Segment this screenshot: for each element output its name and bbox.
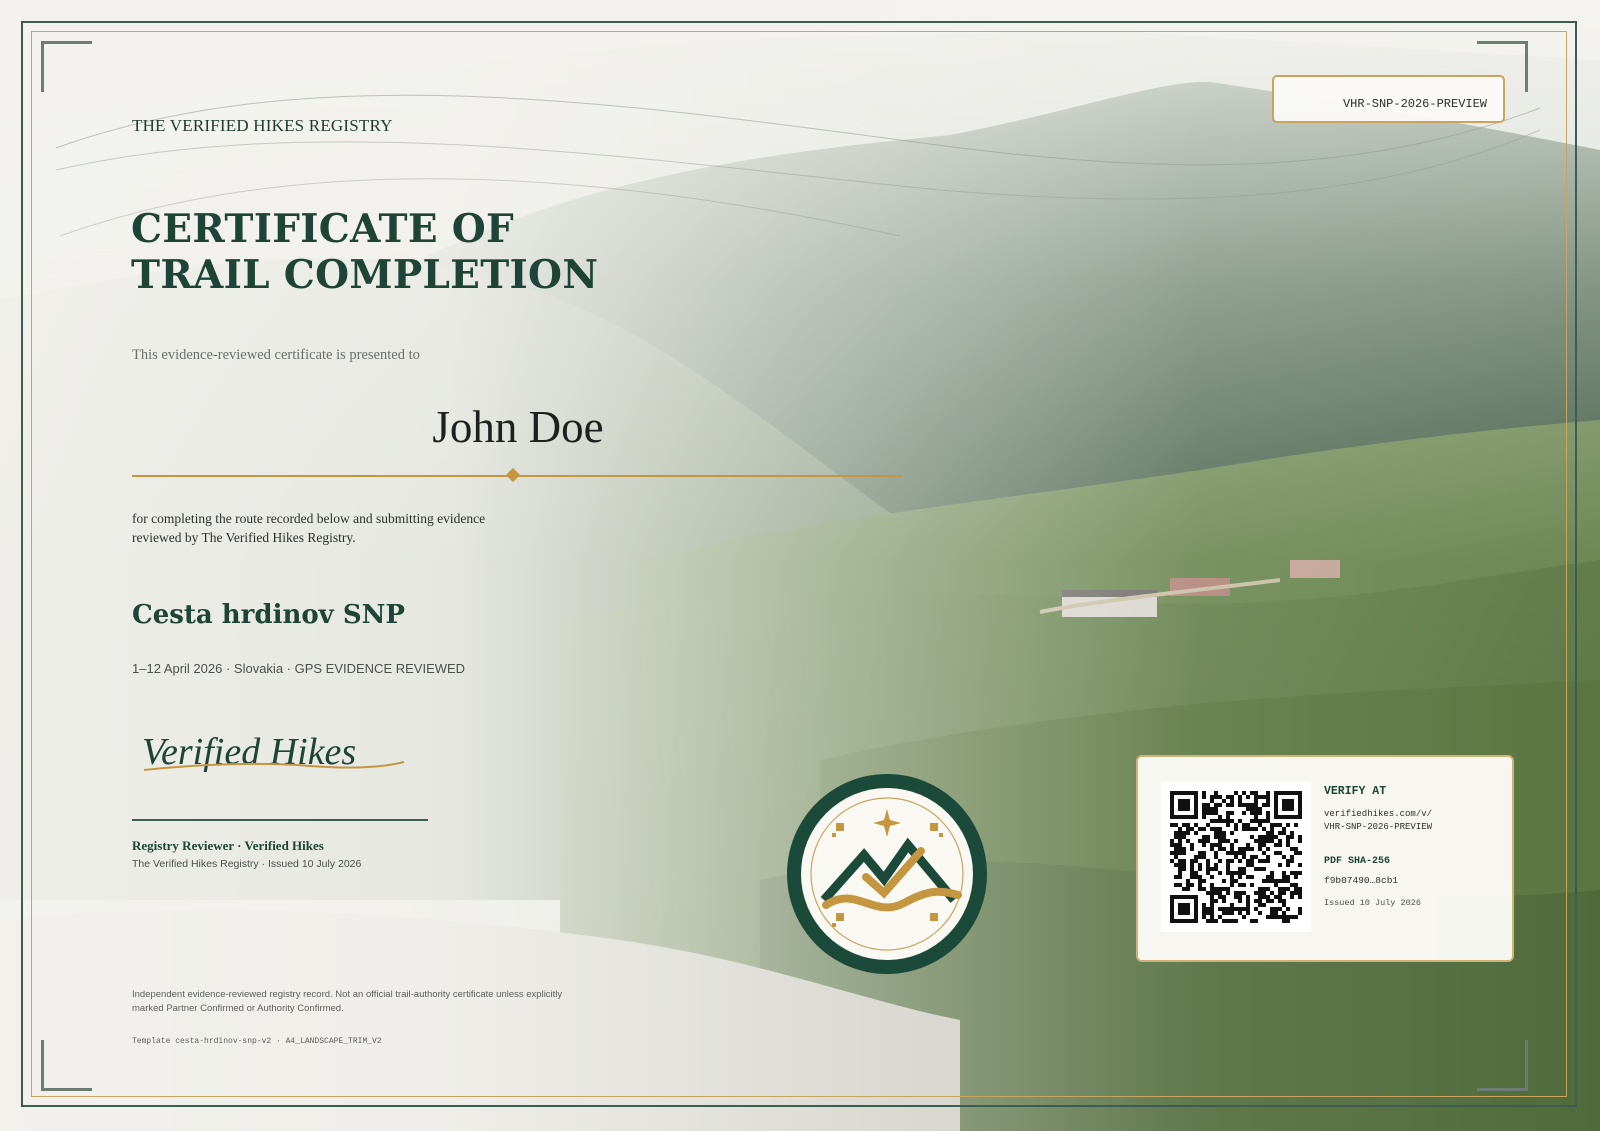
verify-label: VERIFY AT bbox=[1324, 785, 1387, 798]
qr-code-icon[interactable] bbox=[1170, 791, 1302, 923]
disclaimer-line-1: Independent evidence-reviewed registry r… bbox=[132, 989, 563, 1000]
corner-bracket-bottom-left bbox=[41, 1040, 92, 1091]
completion-line-2: reviewed by The Verified Hikes Registry. bbox=[132, 530, 356, 545]
completion-statement: for completing the route recorded below … bbox=[132, 509, 552, 547]
hash-value: f9b07490…8cb1 bbox=[1324, 875, 1399, 886]
registry-name: THE VERIFIED HIKES REGISTRY bbox=[132, 116, 393, 135]
completion-line-1: for completing the route recorded below … bbox=[132, 511, 486, 526]
recipient-name: John Doe bbox=[432, 402, 604, 452]
certificate-title-line-2: TRAIL COMPLETION bbox=[131, 252, 599, 298]
disclaimer-text: Independent evidence-reviewed registry r… bbox=[132, 988, 572, 1016]
corner-bracket-top-left bbox=[41, 41, 92, 92]
corner-bracket-bottom-right bbox=[1477, 1040, 1528, 1091]
reviewer-meta: The Verified Hikes Registry · Issued 10 … bbox=[132, 858, 362, 870]
verify-url-line-1: verifiedhikes.com/v/ bbox=[1324, 809, 1433, 819]
qr-code-frame[interactable] bbox=[1161, 782, 1311, 932]
verification-panel: VERIFY AT verifiedhikes.com/v/ VHR-SNP-2… bbox=[1136, 755, 1514, 962]
verify-url-link[interactable]: verifiedhikes.com/v/ VHR-SNP-2026-PREVIE… bbox=[1324, 808, 1504, 834]
route-meta: 1–12 April 2026 · Slovakia · GPS EVIDENC… bbox=[132, 661, 466, 676]
issued-date: Issued 10 July 2026 bbox=[1324, 898, 1421, 908]
certificate-title-line-1: CERTIFICATE OF bbox=[131, 206, 515, 252]
route-name: Cesta hrdinov SNP bbox=[132, 600, 405, 630]
verify-url-line-2: VHR-SNP-2026-PREVIEW bbox=[1324, 822, 1433, 832]
reviewer-title: Registry Reviewer · Verified Hikes bbox=[132, 838, 324, 853]
hash-label: PDF SHA-256 bbox=[1324, 856, 1391, 867]
certificate-id-badge: VHR-SNP-2026-PREVIEW bbox=[1272, 75, 1505, 123]
certificate-title: CERTIFICATE OF TRAIL COMPLETION bbox=[131, 206, 771, 298]
disclaimer-line-2: marked Partner Confirmed or Authority Co… bbox=[132, 1003, 344, 1014]
signature-rule bbox=[132, 819, 428, 821]
signature-flourish bbox=[143, 761, 405, 771]
presented-to-text: This evidence-reviewed certificate is pr… bbox=[132, 347, 420, 363]
mountain-check-seal-icon bbox=[787, 774, 987, 974]
template-id: Template cesta-hrdinov-snp-v2 · A4_LANDS… bbox=[132, 1037, 382, 1046]
certificate-id: VHR-SNP-2026-PREVIEW bbox=[1342, 97, 1487, 111]
